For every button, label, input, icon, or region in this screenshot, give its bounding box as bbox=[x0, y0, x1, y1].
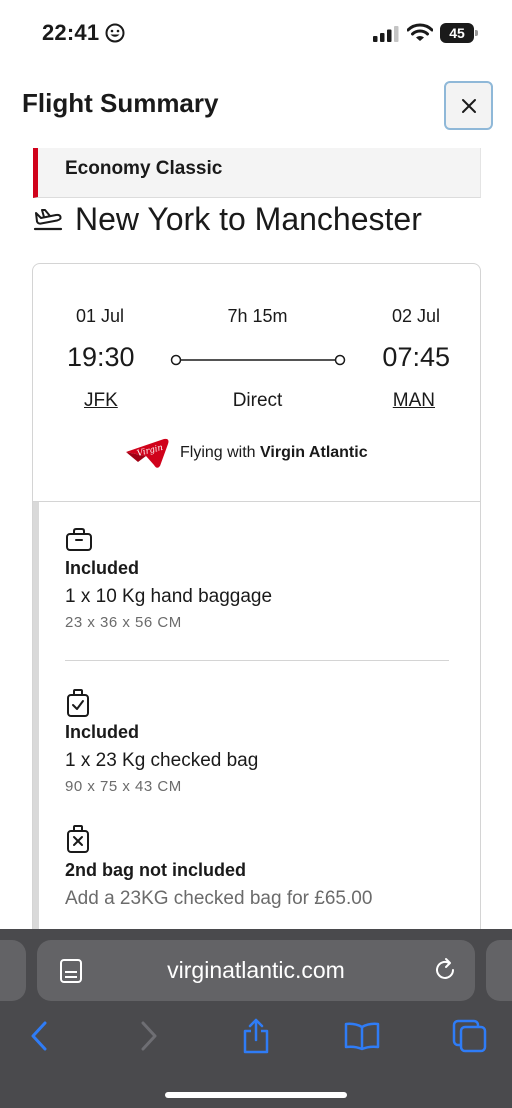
bag-status: 2nd bag not included bbox=[65, 860, 246, 880]
reload-icon[interactable] bbox=[432, 957, 458, 983]
checked-bag-icon bbox=[67, 689, 89, 717]
page-title: Flight Summary bbox=[22, 88, 219, 118]
virgin-atlantic-logo: Virgin bbox=[126, 438, 169, 468]
bookmarks-button[interactable] bbox=[342, 1011, 382, 1061]
tabs-icon bbox=[452, 1019, 487, 1053]
battery-level: 45 bbox=[440, 23, 474, 43]
bag-dimensions: 90 x 75 x 43 CM bbox=[65, 778, 182, 795]
arrival-time: 07:45 bbox=[382, 342, 450, 372]
arrival-airport-link[interactable]: MAN bbox=[393, 390, 435, 412]
bag-status: Included bbox=[65, 558, 140, 578]
share-icon bbox=[243, 1018, 269, 1054]
route-heading: New York to Manchester bbox=[33, 198, 503, 242]
battery-icon: 45 bbox=[440, 23, 478, 43]
bag-description: 1 x 10 Kg hand baggage bbox=[65, 586, 273, 607]
bag-not-included-icon bbox=[67, 825, 89, 853]
smiley-icon bbox=[105, 23, 125, 43]
close-button[interactable] bbox=[444, 81, 493, 130]
status-bar: 22:41 45 bbox=[0, 0, 512, 66]
flight-card: 01 Jul 7h 15m 02 Jul 19:30 07:45 JFK Dir… bbox=[32, 263, 481, 963]
chevron-left-icon bbox=[31, 1021, 47, 1051]
home-indicator bbox=[165, 1092, 347, 1098]
plane-departure-icon bbox=[33, 209, 63, 231]
tabs-button[interactable] bbox=[450, 1011, 490, 1061]
previous-tab-preview[interactable] bbox=[0, 940, 26, 1001]
departure-time: 19:30 bbox=[67, 342, 135, 372]
next-tab-preview[interactable] bbox=[486, 940, 512, 1001]
status-time: 22:41 bbox=[42, 20, 100, 45]
close-icon bbox=[461, 98, 476, 113]
route-line-icon bbox=[170, 354, 346, 366]
cellular-signal-icon bbox=[373, 26, 399, 42]
carrier-text: Flying with Virgin Atlantic bbox=[180, 444, 368, 462]
route-title: New York to Manchester bbox=[75, 201, 422, 237]
cabin-class-banner: Economy Classic bbox=[33, 148, 481, 198]
bag-description: 1 x 23 Kg checked bag bbox=[65, 750, 259, 771]
wifi-icon bbox=[407, 23, 433, 41]
url-text[interactable]: virginatlantic.com bbox=[37, 957, 475, 984]
chevron-right-icon bbox=[141, 1021, 157, 1051]
forward-button[interactable] bbox=[132, 1011, 166, 1061]
browser-toolbar bbox=[0, 1011, 512, 1061]
baggage-section: Included 1 x 10 Kg hand baggage 23 x 36 … bbox=[33, 502, 480, 962]
bag-dimensions: 23 x 36 x 56 CM bbox=[65, 614, 182, 631]
bag-status: Included bbox=[65, 722, 140, 742]
share-button[interactable] bbox=[236, 1011, 276, 1061]
browser-bar: virginatlantic.com bbox=[0, 929, 512, 1108]
back-button[interactable] bbox=[22, 1011, 56, 1061]
flight-details: 01 Jul 7h 15m 02 Jul 19:30 07:45 JFK Dir… bbox=[33, 264, 480, 502]
carrier-name: Virgin Atlantic bbox=[260, 444, 368, 461]
divider bbox=[65, 660, 449, 661]
address-bar[interactable]: virginatlantic.com bbox=[37, 940, 475, 1001]
bag-description: Add a 23KG checked bag for £65.00 bbox=[65, 888, 373, 909]
book-icon bbox=[344, 1022, 380, 1051]
hand-bag-icon bbox=[66, 528, 92, 551]
arrival-date: 02 Jul bbox=[391, 306, 440, 326]
carrier-prefix: Flying with bbox=[180, 444, 256, 461]
cabin-class-label: Economy Classic bbox=[65, 158, 223, 179]
